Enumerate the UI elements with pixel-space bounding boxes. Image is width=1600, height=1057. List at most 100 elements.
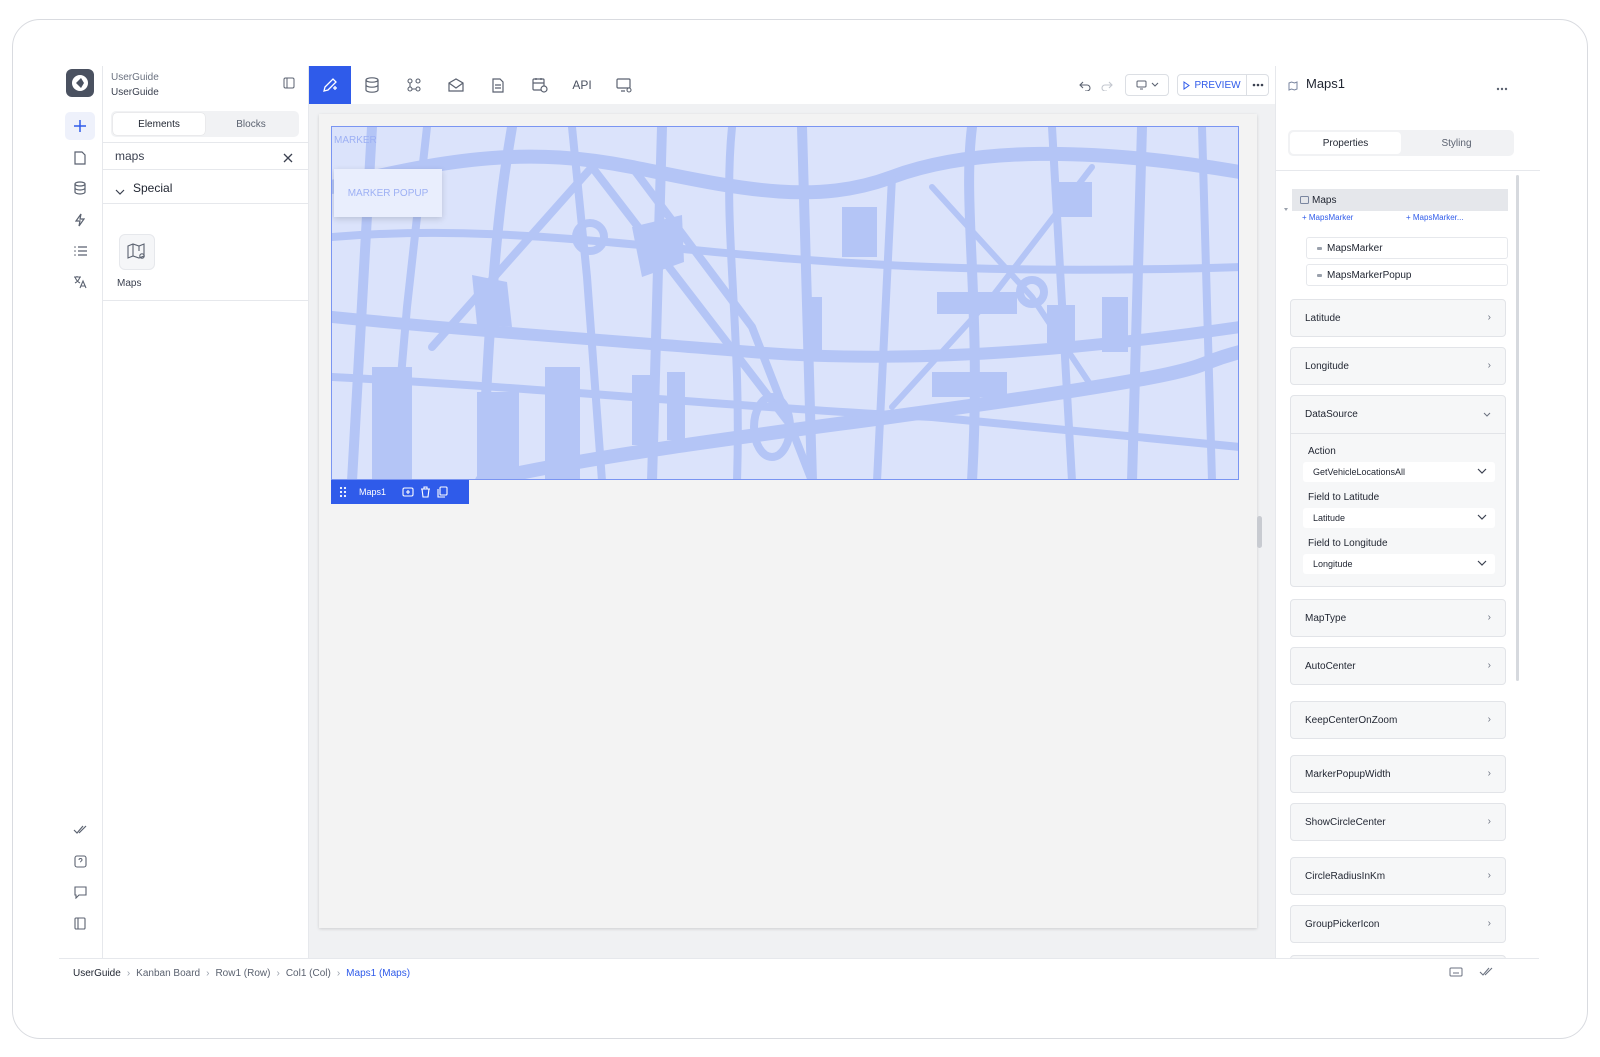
- prop-circleradiusinkm[interactable]: CircleRadiusInKm ›: [1290, 857, 1506, 895]
- chevron-right-icon: ›: [276, 968, 280, 979]
- prop-label: Latitude: [1305, 313, 1341, 324]
- tree-item-mapsmarkerpopup[interactable]: MapsMarkerPopup: [1306, 264, 1508, 286]
- sidebar-collapse-icon[interactable]: [283, 76, 295, 94]
- prop-latitude[interactable]: Latitude ›: [1290, 299, 1506, 337]
- prop-grouppickericon[interactable]: GroupPickerIcon ›: [1290, 905, 1506, 943]
- status-bar: UserGuide › Kanban Board › Row1 (Row) › …: [59, 958, 1539, 988]
- properties-scroll-area: Maps + MapsMarker + MapsMarker... MapsMa…: [1276, 170, 1540, 958]
- add-icon[interactable]: [65, 112, 95, 140]
- tab-properties[interactable]: Properties: [1290, 132, 1401, 154]
- prop-label: MarkerPopupWidth: [1305, 769, 1391, 780]
- chat-icon[interactable]: [65, 878, 95, 906]
- section-title: Special: [133, 181, 173, 195]
- prop-label: DataSource: [1305, 409, 1358, 420]
- tab-elements[interactable]: Elements: [113, 113, 205, 135]
- prop-label: CircleRadiusInKm: [1305, 871, 1386, 882]
- tree-collapse-icon[interactable]: [1283, 207, 1289, 213]
- action-select[interactable]: GetVehicleLocationsAll: [1303, 462, 1495, 482]
- tree-root-maps[interactable]: Maps: [1292, 189, 1508, 211]
- document-tool-button[interactable]: [477, 66, 519, 104]
- search-input[interactable]: maps: [115, 149, 144, 163]
- chevron-right-icon: ›: [1487, 714, 1491, 725]
- chevron-right-icon: ›: [1487, 768, 1491, 779]
- duplicate-icon[interactable]: [437, 486, 448, 498]
- delete-icon[interactable]: [420, 486, 431, 498]
- breadcrumb-item[interactable]: UserGuide: [73, 968, 121, 979]
- breadcrumb-item[interactable]: Kanban Board: [136, 968, 200, 979]
- email-tool-button[interactable]: [435, 66, 477, 104]
- toolbar-more-button[interactable]: [1247, 74, 1269, 96]
- breadcrumb-item[interactable]: Row1 (Row): [215, 968, 270, 979]
- design-tool-button[interactable]: [309, 66, 351, 104]
- drag-handle-icon[interactable]: [339, 486, 347, 498]
- chevron-down-icon: [1477, 468, 1487, 474]
- prop-showcirclecenter[interactable]: ShowCircleCenter ›: [1290, 803, 1506, 841]
- element-search[interactable]: maps: [103, 142, 309, 170]
- scheduler-tool-button[interactable]: [519, 66, 561, 104]
- marker-popup[interactable]: MARKER POPUP: [334, 169, 442, 217]
- tab-blocks[interactable]: Blocks: [205, 113, 297, 135]
- breadcrumb-item[interactable]: Col1 (Col): [286, 968, 331, 979]
- check-all-icon[interactable]: [1479, 967, 1493, 977]
- panel-more-icon[interactable]: [1496, 78, 1508, 96]
- prop-maptype[interactable]: MapType ›: [1290, 599, 1506, 637]
- add-component-icon[interactable]: [402, 486, 414, 498]
- add-maps-marker-link[interactable]: + MapsMarker: [1302, 213, 1353, 222]
- breadcrumb-item-current[interactable]: Maps1 (Maps): [346, 968, 410, 979]
- prop-label: MapType: [1305, 613, 1347, 624]
- chevron-right-icon: ›: [1487, 312, 1491, 323]
- select-value: GetVehicleLocationsAll: [1313, 467, 1406, 477]
- book-icon[interactable]: [65, 909, 95, 937]
- clear-search-icon[interactable]: [283, 150, 293, 168]
- help-icon[interactable]: [65, 847, 95, 875]
- prop-keepcenteronzoom[interactable]: KeepCenterOnZoom ›: [1290, 701, 1506, 739]
- screen-settings-tool-button[interactable]: [603, 66, 645, 104]
- workflow-icon: [407, 78, 421, 92]
- field-to-longitude-select[interactable]: Longitude: [1303, 554, 1495, 574]
- undo-icon[interactable]: [1079, 78, 1091, 96]
- section-special[interactable]: Special: [103, 172, 309, 204]
- canvas-resize-handle[interactable]: [1257, 516, 1262, 548]
- app-logo[interactable]: [66, 69, 94, 97]
- chevron-down-icon: [1477, 560, 1487, 566]
- top-toolbar: API PREVIEW: [309, 66, 1275, 104]
- maps-component[interactable]: MARKER MARKER POPUP: [331, 126, 1239, 480]
- lightning-icon[interactable]: [65, 206, 95, 234]
- preview-button[interactable]: PREVIEW: [1177, 74, 1247, 96]
- page-surface[interactable]: MARKER MARKER POPUP Maps1: [319, 114, 1257, 928]
- prop-label: GroupPickerIcon: [1305, 919, 1380, 930]
- breadcrumb: UserGuide › Kanban Board › Row1 (Row) › …: [73, 968, 410, 979]
- database-tool-button[interactable]: [351, 66, 393, 104]
- redo-icon[interactable]: [1101, 78, 1113, 96]
- scrollbar[interactable]: [1516, 175, 1519, 681]
- panel-title: Maps1: [1306, 76, 1346, 91]
- page-icon[interactable]: [65, 144, 95, 172]
- prop-longitude[interactable]: Longitude ›: [1290, 347, 1506, 385]
- prop-label: KeepCenterOnZoom: [1305, 715, 1398, 726]
- project-name: UserGuide: [111, 72, 159, 83]
- prop-markerpopupwidth[interactable]: MarkerPopupWidth ›: [1290, 755, 1506, 793]
- field-to-latitude-select[interactable]: Latitude: [1303, 508, 1495, 528]
- map-icon: [127, 243, 145, 259]
- translate-icon[interactable]: [65, 268, 95, 296]
- add-maps-marker-popup-link[interactable]: + MapsMarker...: [1406, 213, 1464, 222]
- project-subtitle: UserGuide: [111, 87, 159, 98]
- maps-node-icon: [1300, 196, 1309, 204]
- maps-element-tile[interactable]: [119, 234, 155, 270]
- tree-item-mapsmarker[interactable]: MapsMarker: [1306, 237, 1508, 259]
- check-all-icon[interactable]: [65, 816, 95, 844]
- prop-autocenter[interactable]: AutoCenter ›: [1290, 647, 1506, 685]
- keyboard-icon[interactable]: [1449, 967, 1463, 977]
- datasource-header[interactable]: DataSource: [1291, 396, 1505, 434]
- tree-root-label: Maps: [1312, 194, 1337, 206]
- preview-label: PREVIEW: [1194, 79, 1241, 91]
- database-icon[interactable]: [65, 174, 95, 202]
- properties-styling-toggle: Properties Styling: [1288, 130, 1514, 156]
- workflow-tool-button[interactable]: [393, 66, 435, 104]
- list-icon[interactable]: [65, 237, 95, 265]
- device-select[interactable]: [1125, 74, 1169, 96]
- pen-icon: [323, 78, 337, 92]
- api-tool-button[interactable]: API: [561, 66, 603, 104]
- tab-styling[interactable]: Styling: [1401, 132, 1512, 154]
- chevron-right-icon: ›: [1487, 918, 1491, 929]
